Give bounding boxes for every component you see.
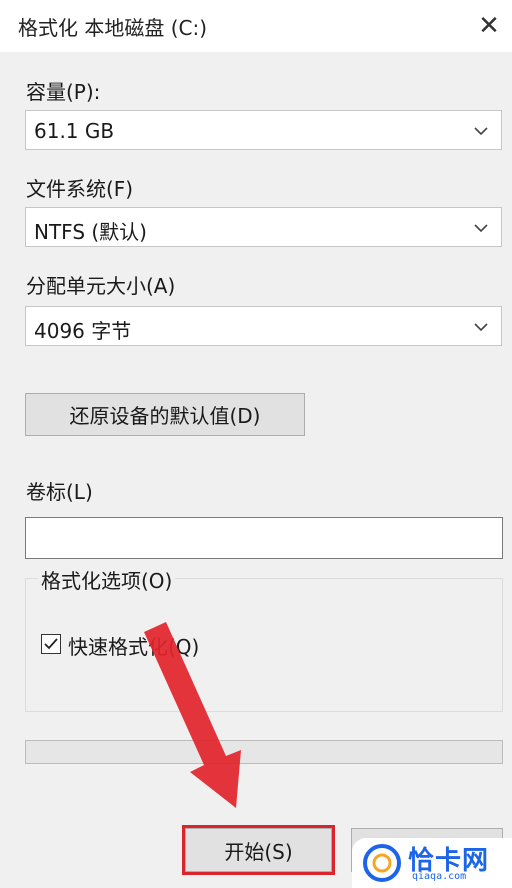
volume-label-input[interactable] <box>25 517 503 559</box>
allocation-unit-select[interactable]: 4096 字节 <box>25 306 502 346</box>
quick-format-checkbox[interactable] <box>41 634 61 654</box>
chevron-down-icon <box>474 224 488 233</box>
restore-defaults-button[interactable]: 还原设备的默认值(D) <box>25 393 305 436</box>
title-bar: 格式化 本地磁盘 (C:) ✕ <box>0 0 512 52</box>
start-button-highlight <box>182 825 335 875</box>
capacity-label: 容量(P): <box>26 80 101 104</box>
close-icon: ✕ <box>478 11 500 41</box>
chevron-down-icon <box>474 323 488 332</box>
watermark-logo: 恰卡网 qiaqa.com <box>352 838 512 888</box>
chevron-down-icon <box>474 127 488 136</box>
quick-format-label[interactable]: 快速格式化(Q) <box>68 631 199 660</box>
format-options-group: 格式化选项(O) 快速格式化(Q) <box>25 565 503 712</box>
filesystem-value: NTFS (默认) <box>34 220 147 244</box>
check-icon <box>44 638 58 650</box>
window-title: 格式化 本地磁盘 (C:) <box>18 16 208 40</box>
watermark-mark-icon <box>363 844 401 882</box>
format-options-title: 格式化选项(O) <box>38 565 176 594</box>
watermark-subtext: qiaqa.com <box>412 871 467 882</box>
close-window-button[interactable]: ✕ <box>466 0 512 52</box>
allocation-unit-label: 分配单元大小(A) <box>26 274 176 298</box>
filesystem-label: 文件系统(F) <box>26 177 134 201</box>
volume-label-label: 卷标(L) <box>26 480 93 504</box>
format-progress-bar <box>25 740 503 764</box>
filesystem-select[interactable]: NTFS (默认) <box>25 207 502 247</box>
capacity-select[interactable]: 61.1 GB <box>25 110 502 150</box>
capacity-value: 61.1 GB <box>34 119 115 143</box>
allocation-unit-value: 4096 字节 <box>34 319 132 343</box>
